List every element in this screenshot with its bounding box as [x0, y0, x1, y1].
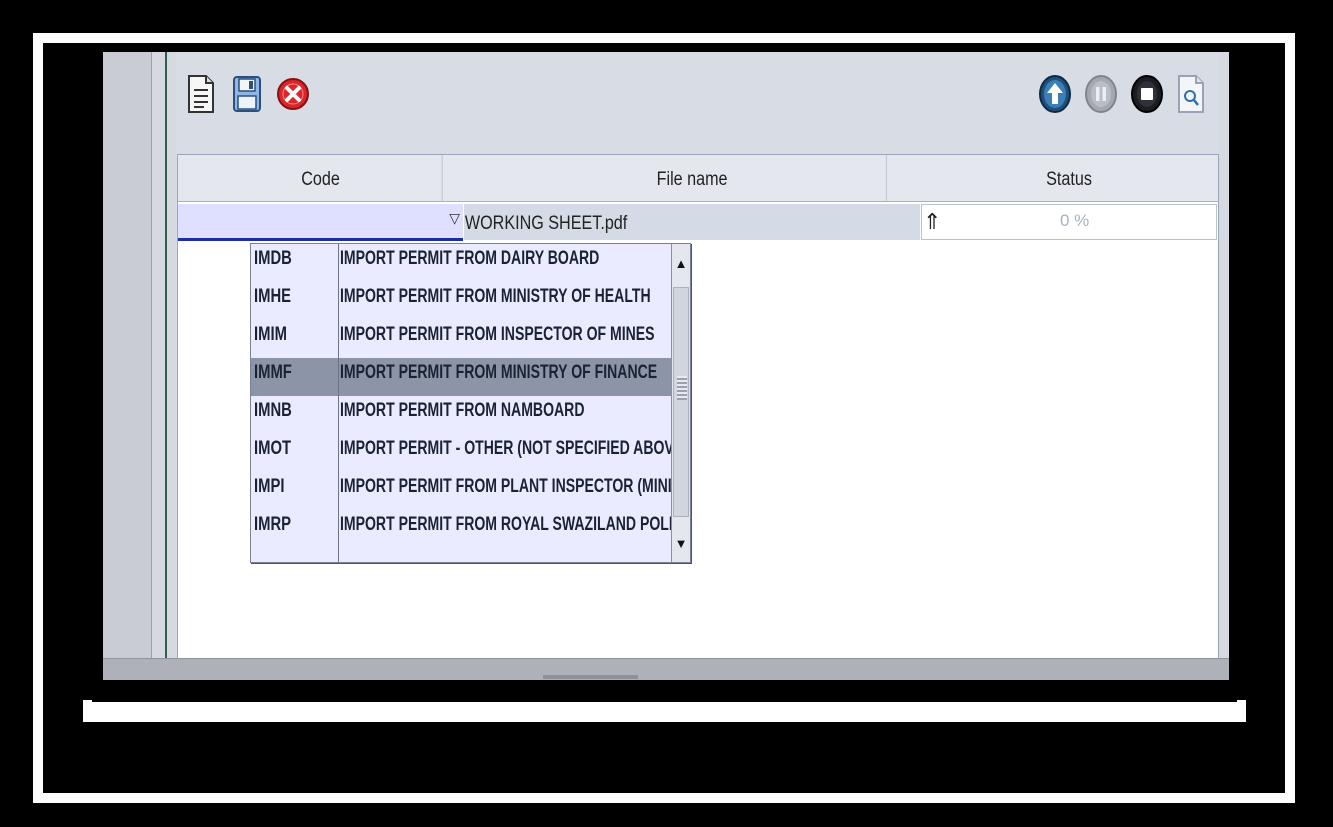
- list-item-description: IMPORT PERMIT FROM MINISTRY OF HEALTH: [340, 286, 651, 307]
- list-item-code: IMIM: [254, 324, 287, 345]
- scrollbar-grip: [677, 376, 687, 400]
- left-side-panel: [103, 52, 152, 660]
- toolbar: [176, 52, 1219, 152]
- new-document-icon: [188, 75, 214, 113]
- preview-button[interactable]: [1172, 71, 1210, 117]
- list-item[interactable]: IMIM IMPORT PERMIT FROM INSPECTOR OF MIN…: [251, 320, 671, 358]
- bottom-white-strip: [83, 700, 1246, 722]
- table-row[interactable]: ▽ WORKING SHEET.pdf ⇑ 0 %: [178, 204, 1218, 241]
- new-document-button[interactable]: [182, 71, 220, 117]
- column-header-code[interactable]: Code: [199, 155, 443, 201]
- file-name-cell: WORKING SHEET.pdf: [464, 204, 920, 240]
- upload-arrow-icon: ⇑: [923, 209, 942, 234]
- list-item-code: IMPI: [254, 476, 285, 497]
- file-name: WORKING SHEET.pdf: [464, 213, 628, 234]
- delete-button[interactable]: [274, 71, 312, 117]
- code-combobox[interactable]: ▽: [178, 204, 463, 241]
- list-item-description: IMPORT PERMIT FROM MINISTRY OF FINANCE: [340, 362, 658, 383]
- scroll-down-arrow-icon[interactable]: ▼: [672, 524, 690, 562]
- list-item-description: IMPORT PERMIT FROM DAIRY BOARD: [340, 248, 600, 269]
- stop-icon: [1131, 75, 1163, 113]
- list-item-code: IMOT: [254, 438, 292, 459]
- preview-icon: [1178, 75, 1204, 113]
- list-item-code: IMDB: [254, 248, 292, 269]
- list-item-description: IMPORT PERMIT - OTHER (NOT SPECIFIED ABO…: [340, 438, 688, 459]
- chevron-down-icon[interactable]: ▽: [449, 210, 460, 227]
- column-header-status[interactable]: Status: [943, 155, 1195, 201]
- panel-divider: [165, 52, 167, 660]
- pause-button[interactable]: [1082, 71, 1120, 117]
- upload-button[interactable]: [1036, 71, 1074, 117]
- list-item-description: IMPORT PERMIT FROM INSPECTOR OF MINES: [340, 324, 655, 345]
- list-item[interactable]: IMPI IMPORT PERMIT FROM PLANT INSPECTOR …: [251, 472, 690, 510]
- scrollbar-thumb[interactable]: [673, 287, 689, 517]
- column-divider: [338, 244, 339, 562]
- status-bar-segment: [543, 675, 638, 679]
- upload-icon: [1039, 75, 1071, 113]
- delete-icon: [277, 78, 309, 110]
- list-item-description: IMPORT PERMIT FROM ROYAL SWAZILAND POLIC…: [340, 514, 691, 535]
- list-item[interactable]: IMOT IMPORT PERMIT - OTHER (NOT SPECIFIE…: [251, 434, 688, 472]
- column-header-file-name[interactable]: File name: [498, 155, 887, 201]
- list-item-code: IMNB: [254, 400, 292, 421]
- list-item-code: IMRP: [254, 514, 292, 535]
- scroll-up-arrow-icon[interactable]: ▲: [672, 244, 690, 282]
- list-item-code: IMHE: [254, 286, 292, 307]
- stop-button[interactable]: [1128, 71, 1166, 117]
- table-header: Code File name Status: [178, 155, 1218, 202]
- save-icon: [233, 76, 261, 112]
- list-item-description: IMPORT PERMIT FROM PLANT INSPECTOR (MINI…: [340, 476, 690, 497]
- code-dropdown-list: IMDB IMPORT PERMIT FROM DAIRY BOARD IMHE…: [250, 243, 691, 563]
- pause-icon: [1085, 75, 1117, 113]
- attachments-panel: Code File name Status ▽ WORKING SHEET.pd…: [176, 52, 1219, 660]
- list-item[interactable]: IMDB IMPORT PERMIT FROM DAIRY BOARD: [251, 244, 671, 282]
- list-item[interactable]: IMRP IMPORT PERMIT FROM ROYAL SWAZILAND …: [251, 510, 690, 548]
- bottom-black-band: [92, 680, 1237, 702]
- progress-value: 0 %: [1060, 211, 1090, 230]
- list-item[interactable]: IMNB IMPORT PERMIT FROM NAMBOARD: [251, 396, 671, 434]
- list-item-code: IMMF: [254, 362, 292, 383]
- status-bar: [103, 658, 1229, 680]
- list-item[interactable]: IMHE IMPORT PERMIT FROM MINISTRY OF HEAL…: [251, 282, 671, 320]
- list-item-description: IMPORT PERMIT FROM NAMBOARD: [340, 400, 585, 421]
- list-item-selected[interactable]: IMMF IMPORT PERMIT FROM MINISTRY OF FINA…: [251, 358, 671, 396]
- save-button[interactable]: [228, 71, 266, 117]
- status-cell: ⇑ 0 %: [921, 204, 1217, 240]
- dropdown-scrollbar[interactable]: ▲ ▼: [671, 244, 690, 562]
- application-window: Code File name Status ▽ WORKING SHEET.pd…: [103, 52, 1229, 680]
